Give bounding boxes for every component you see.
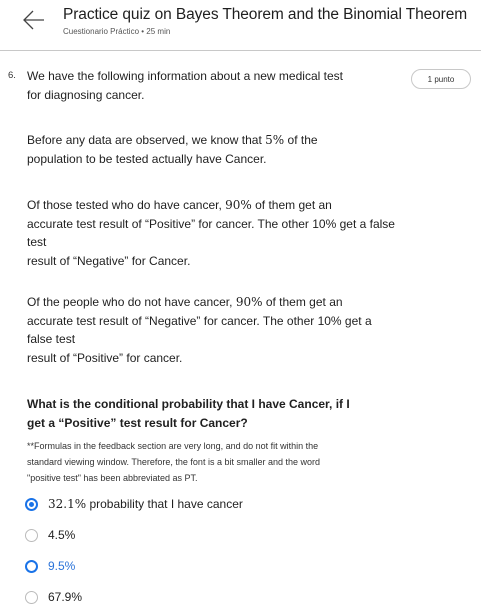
question-number: 6. — [8, 70, 16, 81]
option-32-1[interactable]: 32.1% probability that I have cancer — [25, 497, 243, 511]
text-line: We have the following information about … — [27, 69, 343, 83]
text-line: test — [27, 235, 47, 249]
arrow-left-icon — [23, 10, 44, 30]
text-line: result of “Positive” for cancer. — [27, 350, 183, 365]
text: Before any data are observed, we know th… — [27, 133, 266, 147]
text-line: for diagnosing cancer. — [27, 87, 145, 102]
text: of them get an — [262, 295, 343, 309]
text-line: population to be tested actually have Ca… — [27, 151, 267, 166]
option-label: 67.9% — [48, 590, 83, 604]
question-intro: We have the following information about … — [27, 67, 397, 104]
divider — [0, 50, 481, 51]
radio-unselected[interactable] — [25, 559, 38, 573]
text: of the — [284, 133, 318, 147]
points-badge: 1 punto — [411, 69, 471, 89]
back-button[interactable] — [22, 8, 46, 32]
option-9-5[interactable]: 9.5% — [25, 559, 75, 573]
text-line: Of the people who do not have cancer, 90… — [27, 293, 467, 312]
text-line: What is the conditional probability that… — [27, 397, 350, 411]
math: 5% — [265, 133, 285, 147]
text-line: accurate test result of “Positive” for c… — [27, 216, 395, 231]
paragraph-specificity: Of the people who do not have cancer, 90… — [27, 293, 467, 367]
text: of them get an — [251, 198, 332, 212]
radio-selected[interactable] — [25, 497, 38, 511]
radio-unselected[interactable] — [25, 528, 38, 542]
text-line: get a “Positive” test result for Cancer? — [27, 415, 248, 430]
math: 90% — [235, 295, 263, 309]
text-line: result of “Negative” for Cancer. — [27, 253, 191, 268]
option-math: 32.1% — [48, 497, 87, 511]
option-label: 9.5% — [48, 559, 76, 573]
text: Of the people who do not have cancer, — [27, 295, 236, 309]
option-label: probability that I have cancer — [86, 497, 243, 511]
page-subtitle: Cuestionario Práctico • 25 min — [63, 27, 171, 36]
paragraph-sensitivity: Of those tested who do have cancer, 90% … — [27, 196, 467, 270]
text-line: false test — [27, 332, 76, 346]
text-line: accurate test result of “Negative” for c… — [27, 313, 372, 328]
option-4-5[interactable]: 4.5% — [25, 528, 75, 542]
option-67-9[interactable]: 67.9% — [25, 590, 82, 604]
radio-unselected[interactable] — [25, 590, 38, 604]
text-line: standard viewing window. Therefore, the … — [27, 457, 320, 467]
text-line: Of those tested who do have cancer, 90% … — [27, 196, 467, 215]
paragraph-prior: Before any data are observed, we know th… — [27, 131, 467, 168]
page-title: Practice quiz on Bayes Theorem and the B… — [63, 6, 468, 23]
option-label: 4.5% — [48, 528, 76, 542]
question-prompt: What is the conditional probability that… — [27, 395, 467, 432]
text-line: Before any data are observed, we know th… — [27, 131, 467, 150]
text: Of those tested who do have cancer, — [27, 198, 226, 212]
text-line: "positive test" has been abbreviated as … — [27, 473, 198, 483]
question-note: **Formulas in the feedback section are v… — [27, 438, 467, 486]
math: 90% — [225, 198, 252, 212]
text-line: **Formulas in the feedback section are v… — [27, 441, 319, 451]
